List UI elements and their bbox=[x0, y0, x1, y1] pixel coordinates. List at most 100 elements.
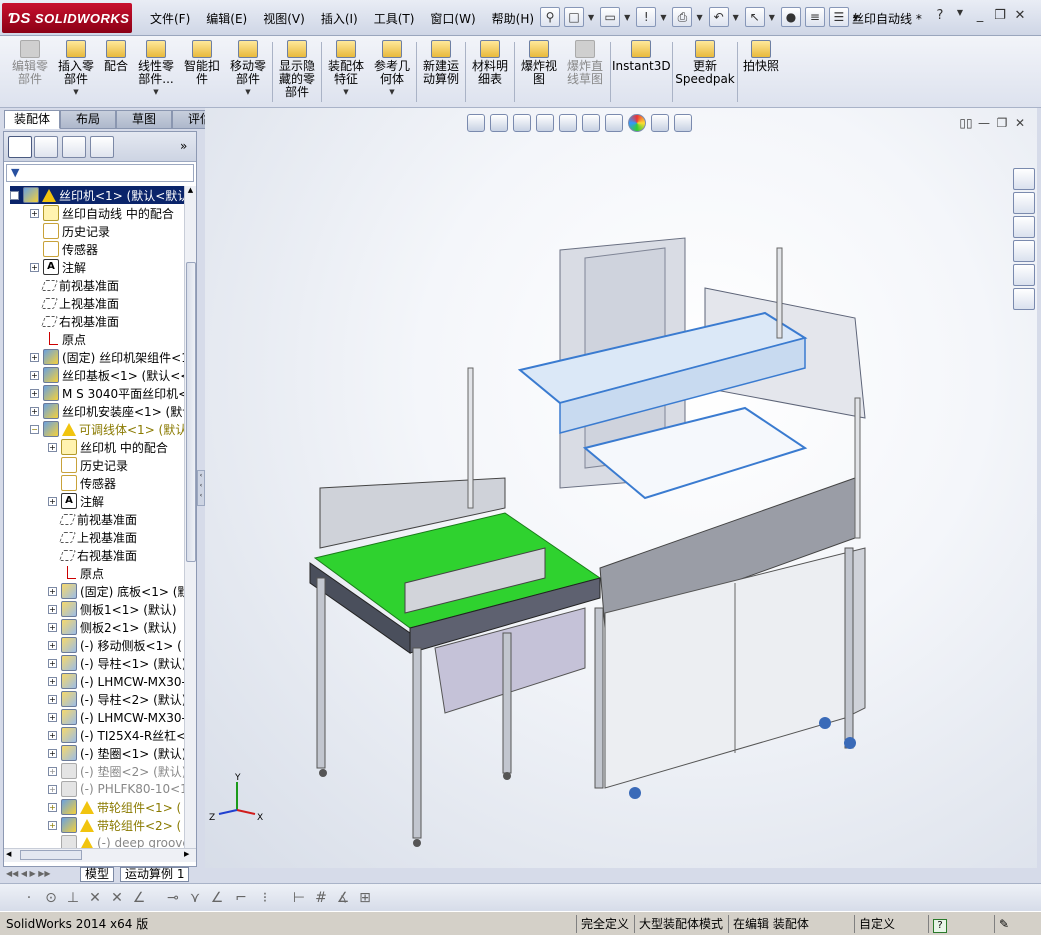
appearances-icon[interactable] bbox=[1013, 264, 1035, 286]
tree-item-part[interactable]: + (固定) 底板<1> (默 bbox=[48, 582, 184, 600]
expand-icon[interactable]: + bbox=[48, 658, 57, 668]
tree-horizontal-scrollbar[interactable]: ◀ ▶ bbox=[4, 848, 196, 862]
new-motion-study-button[interactable]: 新建运 动算例 bbox=[419, 40, 463, 86]
pattern-dropdown-icon[interactable]: ▼ bbox=[134, 86, 178, 99]
tree-item-part[interactable]: + (-) 导柱<2> (默认) bbox=[48, 690, 184, 708]
expand-icon[interactable]: + bbox=[48, 586, 57, 596]
help-icon[interactable]: ? bbox=[930, 8, 950, 23]
tree-item-history[interactable]: 历史记录 bbox=[48, 456, 128, 474]
tree-item-part[interactable]: + (-) LHMCW-MX30-米 bbox=[48, 672, 184, 690]
expand-icon[interactable]: + bbox=[48, 604, 57, 614]
tree-item-annotations[interactable]: + A 注解 bbox=[30, 258, 86, 276]
trim-icon[interactable]: ✕ bbox=[108, 889, 126, 907]
expand-icon[interactable]: + bbox=[30, 262, 39, 272]
status-large-assembly[interactable]: 大型装配体模式 bbox=[634, 915, 723, 933]
bill-of-materials-button[interactable]: 材料明 细表 bbox=[468, 40, 512, 86]
tab-layout[interactable]: 布局 bbox=[60, 110, 116, 129]
view-palette-icon[interactable] bbox=[1013, 240, 1035, 262]
explode-line-sketch-button[interactable]: 爆炸直 线草图 bbox=[562, 40, 608, 86]
update-speedpak-button[interactable]: 更新 Speedpak bbox=[674, 40, 736, 86]
feature-manager-tab-icon[interactable] bbox=[8, 136, 32, 158]
design-library-icon[interactable] bbox=[1013, 192, 1035, 214]
tree-vertical-scrollbar[interactable]: ▲ bbox=[184, 186, 196, 848]
rebuild-dropdown-icon[interactable]: ▼ bbox=[660, 13, 666, 22]
angle-icon[interactable]: ∠ bbox=[130, 889, 148, 907]
graphics-area[interactable]: ▯▯ — ❐ ✕ Y X Z bbox=[205, 108, 1037, 868]
file-properties-icon[interactable]: ≡ bbox=[804, 7, 825, 27]
expand-icon[interactable]: + bbox=[48, 766, 57, 776]
menu-insert[interactable]: 插入(I) bbox=[321, 10, 358, 27]
tree-item-component[interactable]: + 丝印机安装座<1> (默认 bbox=[30, 402, 184, 420]
menu-edit[interactable]: 编辑(E) bbox=[206, 10, 247, 27]
tree-item-part[interactable]: + (-) 移动侧板<1> ( bbox=[48, 636, 182, 654]
tree-item-part[interactable]: + (-) LHMCW-MX30-米 bbox=[48, 708, 184, 726]
tree-item-sensors[interactable]: 传感器 bbox=[30, 240, 98, 258]
menu-help[interactable]: 帮助(H) bbox=[492, 10, 534, 27]
tree-item-part-suppressed[interactable]: + (-) 垫圈<2> (默认) bbox=[48, 762, 184, 780]
expand-icon[interactable]: + bbox=[48, 442, 57, 452]
tree-item-part[interactable]: + 侧板2<1> (默认) bbox=[48, 618, 177, 636]
spline-icon[interactable]: ⁝ bbox=[256, 889, 274, 907]
expand-icon[interactable]: + bbox=[48, 622, 57, 632]
tab-assembly[interactable]: 装配体 bbox=[4, 110, 60, 129]
tab-motion-study[interactable]: 运动算例 1 bbox=[120, 867, 190, 882]
expand-icon[interactable]: + bbox=[48, 748, 57, 758]
scrollbar-thumb[interactable] bbox=[186, 262, 196, 562]
smart-fasteners-button[interactable]: 智能扣 件 bbox=[180, 40, 224, 86]
move-dropdown-icon[interactable]: ▼ bbox=[226, 86, 270, 99]
mirror-icon[interactable]: ⋎ bbox=[186, 889, 204, 907]
expand-panel-icon[interactable]: » bbox=[180, 139, 187, 153]
horizontal-thumb[interactable] bbox=[20, 850, 82, 860]
grid-icon[interactable]: # bbox=[312, 889, 330, 907]
property-manager-tab-icon[interactable] bbox=[34, 136, 58, 158]
assembly-model[interactable] bbox=[205, 108, 1037, 868]
scroll-left-icon[interactable]: ◀ bbox=[6, 850, 11, 858]
open-folder-icon[interactable]: ▭ bbox=[600, 7, 621, 27]
select-arrow-icon[interactable]: ↖ bbox=[744, 7, 765, 27]
expand-icon[interactable]: + bbox=[30, 370, 39, 380]
restore-icon[interactable]: ❐ bbox=[990, 8, 1010, 23]
expand-icon[interactable]: + bbox=[48, 694, 57, 704]
configuration-manager-tab-icon[interactable] bbox=[62, 136, 86, 158]
linear-pattern-button[interactable]: 线性零 部件... ▼ bbox=[134, 40, 178, 99]
tree-item-sensors[interactable]: 传感器 bbox=[48, 474, 116, 492]
status-help-icon[interactable]: ? bbox=[928, 915, 947, 933]
options-icon[interactable]: ☰ bbox=[828, 7, 849, 27]
display-delete-relations-icon[interactable]: ∡ bbox=[334, 889, 352, 907]
table-icon[interactable]: ⊞ bbox=[356, 889, 374, 907]
edit-component-button[interactable]: 编辑零 部件 bbox=[8, 40, 52, 86]
tree-item-right-plane[interactable]: 右视基准面 bbox=[48, 546, 137, 564]
expand-icon[interactable]: + bbox=[48, 802, 57, 812]
help-dropdown-icon[interactable]: ▼ bbox=[950, 8, 970, 23]
assembly-features-button[interactable]: 装配体 特征 ▼ bbox=[324, 40, 368, 99]
tree-item-part[interactable]: + (-) 导柱<1> (默认) bbox=[48, 654, 184, 672]
expand-icon[interactable]: + bbox=[48, 640, 57, 650]
insert-component-button[interactable]: 插入零 部件 ▼ bbox=[54, 40, 98, 99]
tree-item-part[interactable]: + 侧板1<1> (默认) bbox=[48, 600, 177, 618]
tree-item-subassembly[interactable]: + 带轮组件<2> ( bbox=[48, 816, 181, 834]
tree-filter[interactable]: ▼ bbox=[6, 164, 194, 182]
select-dropdown-icon[interactable]: ▼ bbox=[769, 13, 775, 22]
tree-item-origin[interactable]: 原点 bbox=[30, 330, 86, 348]
tree-item-annotations[interactable]: + A 注解 bbox=[48, 492, 104, 510]
menu-window[interactable]: 窗口(W) bbox=[430, 10, 475, 27]
circle-icon[interactable]: ⊙ bbox=[42, 889, 60, 907]
status-rebuild-icon[interactable]: ✎ bbox=[994, 915, 1009, 933]
traffic-light-icon[interactable]: ● bbox=[780, 7, 801, 27]
display-manager-tab-icon[interactable] bbox=[90, 136, 114, 158]
file-explorer-icon[interactable] bbox=[1013, 216, 1035, 238]
tree-item-bearing[interactable]: (-) deep groove b bbox=[48, 834, 184, 848]
collapse-icon[interactable]: − bbox=[30, 424, 39, 434]
tree-item-component[interactable]: + (固定) 丝印机架组件<1 bbox=[30, 348, 184, 366]
offset-icon[interactable]: ⊸ bbox=[164, 889, 182, 907]
expand-icon[interactable]: + bbox=[48, 820, 57, 830]
cross-icon[interactable]: ✕ bbox=[86, 889, 104, 907]
panel-collapse-handle[interactable]: ‹ ‹ ‹ bbox=[197, 470, 205, 506]
expand-icon[interactable]: + bbox=[48, 676, 57, 686]
point-icon[interactable]: · bbox=[20, 889, 38, 907]
tree-item-part[interactable]: + (-) 垫圈<1> (默认) bbox=[48, 744, 184, 762]
tree-item-origin[interactable]: 原点 bbox=[48, 564, 104, 582]
print-icon[interactable]: ⎙ bbox=[672, 7, 693, 27]
print-dropdown-icon[interactable]: ▼ bbox=[696, 13, 702, 22]
undo-icon[interactable]: ↶ bbox=[708, 7, 729, 27]
